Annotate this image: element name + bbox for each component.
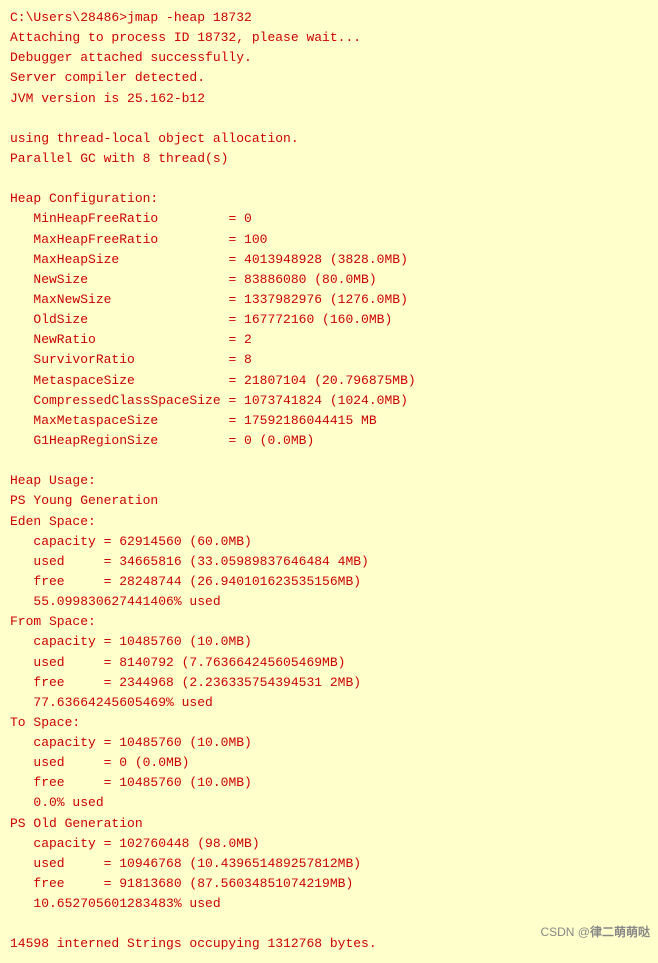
watermark-username: 律二萌萌哒 [590,925,650,939]
terminal-output: C:\Users\28486>jmap -heap 18732 Attachin… [10,8,648,955]
watermark-prefix: CSDN @ [540,925,590,939]
watermark: CSDN @律二萌萌哒 [540,923,650,942]
